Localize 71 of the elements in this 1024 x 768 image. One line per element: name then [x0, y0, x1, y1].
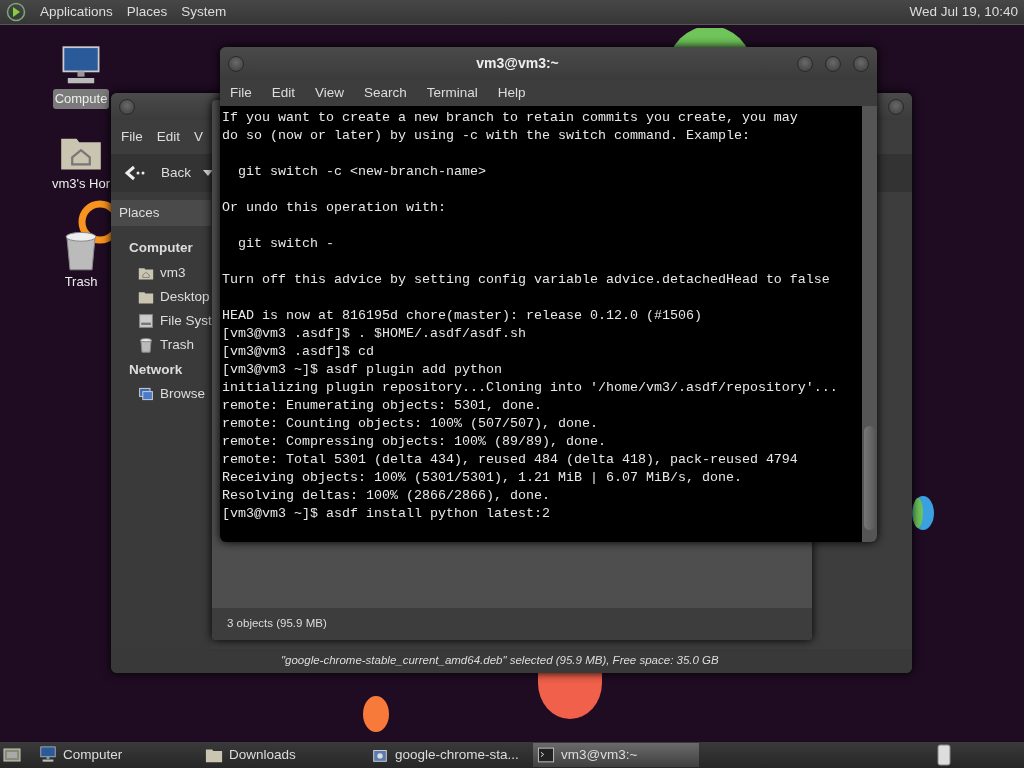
desktop-icon-label[interactable]: Trash	[62, 272, 100, 292]
window-control-button[interactable]	[853, 55, 869, 72]
taskbar-button[interactable]: Downloads	[201, 743, 367, 767]
terminal-line: HEAD is now at 816195d chore(master): release 0.12.0 (#1506)	[222, 307, 702, 325]
terminal-line: git switch -c <new-branch-name>	[237, 163, 486, 181]
terminal-line: remote: Enumerating objects: 5301, done.	[222, 397, 542, 415]
window-control-button[interactable]	[825, 55, 841, 72]
computer-icon	[39, 746, 57, 764]
menu-item[interactable]: Edit	[149, 123, 188, 151]
terminal-line: [vm3@vm3 .asdf]$ cd	[222, 343, 374, 361]
sidebar-item[interactable]: Desktop	[160, 286, 210, 307]
terminal-line: remote: Counting objects: 100% (507/507), done.	[222, 415, 598, 433]
taskbar-button[interactable]: vm3@vm3:~	[533, 743, 699, 767]
show-desktop-icon[interactable]	[3, 746, 21, 764]
terminal-line: Resolving deltas: 100% (2866/2866), done.	[222, 487, 550, 505]
desktop-icon-label[interactable]: vm3's Hor	[49, 174, 113, 194]
sidebar-item[interactable]: vm3	[160, 262, 186, 283]
desktop-icon-label[interactable]: Compute	[52, 89, 110, 109]
window-control-button[interactable]	[888, 98, 904, 115]
menu-item[interactable]: V	[187, 123, 211, 151]
terminal-line: If you want to create a new branch to retain commits you create, you may	[222, 109, 798, 127]
menu-item[interactable]: Search	[354, 79, 417, 107]
back-arrow-icon	[125, 165, 145, 181]
terminal-line: [vm3@vm3 ~]$ asdf plugin add python	[222, 361, 502, 379]
terminal-line: Turn off this advice by setting config variable advice.detachedHead to false	[222, 271, 830, 289]
terminal-line: Receiving objects: 100% (5301/5301), 1.21 MiB | 6.07 MiB/s, done.	[222, 469, 742, 487]
panel-menu[interactable]: Places	[126, 1, 168, 23]
scrollbar[interactable]	[862, 106, 877, 542]
window-control-button[interactable]	[797, 55, 813, 72]
terminal-line: initializing plugin repository...Cloning into '/home/vm3/.asdf/repository'...	[222, 379, 838, 397]
scrollbar-thumb[interactable]	[864, 426, 875, 530]
terminal-line: [vm3@vm3 ~]$ asdf install python latest:2	[222, 505, 550, 523]
window-control-button[interactable]	[119, 98, 135, 115]
network-icon	[138, 385, 154, 402]
terminal-line: remote: Total 5301 (delta 434), reused 484 (delta 418), pack-reused 4794	[222, 451, 798, 469]
trash-icon	[138, 337, 154, 354]
back-button[interactable]: Back	[119, 161, 197, 185]
terminal-line: do so (now or later) by using -c with the switch command. Example:	[222, 127, 750, 145]
panel-menu[interactable]: System	[181, 1, 227, 23]
drive-icon	[138, 313, 154, 330]
device-icon[interactable]	[935, 744, 953, 766]
taskbar-button[interactable]: google-chrome-sta...	[367, 743, 533, 767]
panel-menu[interactable]: Applications	[40, 1, 113, 23]
sidebar-item[interactable]: Browse	[160, 383, 205, 404]
menu-item[interactable]: Edit	[261, 79, 306, 107]
wallpaper-blob	[363, 696, 389, 732]
applications-icon[interactable]	[6, 2, 26, 22]
window-title: vm3@vm3:~	[475, 54, 560, 73]
sidebar-section-title: Computer	[128, 239, 194, 258]
terminal-line: git switch -	[237, 235, 334, 253]
menu-item[interactable]: Help	[487, 79, 536, 107]
status-text: "google-chrome-stable_current_amd64.deb" selected (95.9 MB), Free space: 35.0 GB	[281, 653, 719, 669]
sidebar-item[interactable]: Trash	[160, 335, 194, 356]
window-control-button[interactable]	[228, 55, 244, 72]
menu-item[interactable]: File	[114, 123, 150, 151]
terminal-icon	[537, 746, 555, 764]
menu-item[interactable]: View	[305, 79, 355, 107]
status-text: 3 objects (95.9 MB)	[227, 616, 327, 632]
menu-item[interactable]: Terminal	[416, 79, 488, 107]
menu-item[interactable]: File	[220, 79, 262, 107]
sidebar-header: Places	[111, 200, 211, 227]
clock[interactable]: Wed Jul 19, 10:40	[909, 1, 1018, 23]
caret-icon[interactable]	[203, 170, 213, 176]
terminal-line: Or undo this operation with:	[222, 199, 446, 217]
sidebar-item[interactable]: File Syst	[160, 311, 212, 332]
wallpaper-blob	[538, 673, 602, 721]
wallpaper-blob	[912, 496, 936, 530]
terminal-line: remote: Compressing objects: 100% (89/89), done.	[222, 433, 606, 451]
sidebar-section-title: Network	[128, 360, 184, 379]
taskbar-button[interactable]: Computer	[35, 743, 201, 767]
terminal-line: [vm3@vm3 .asdf]$ . $HOME/.asdf/asdf.sh	[222, 325, 526, 343]
